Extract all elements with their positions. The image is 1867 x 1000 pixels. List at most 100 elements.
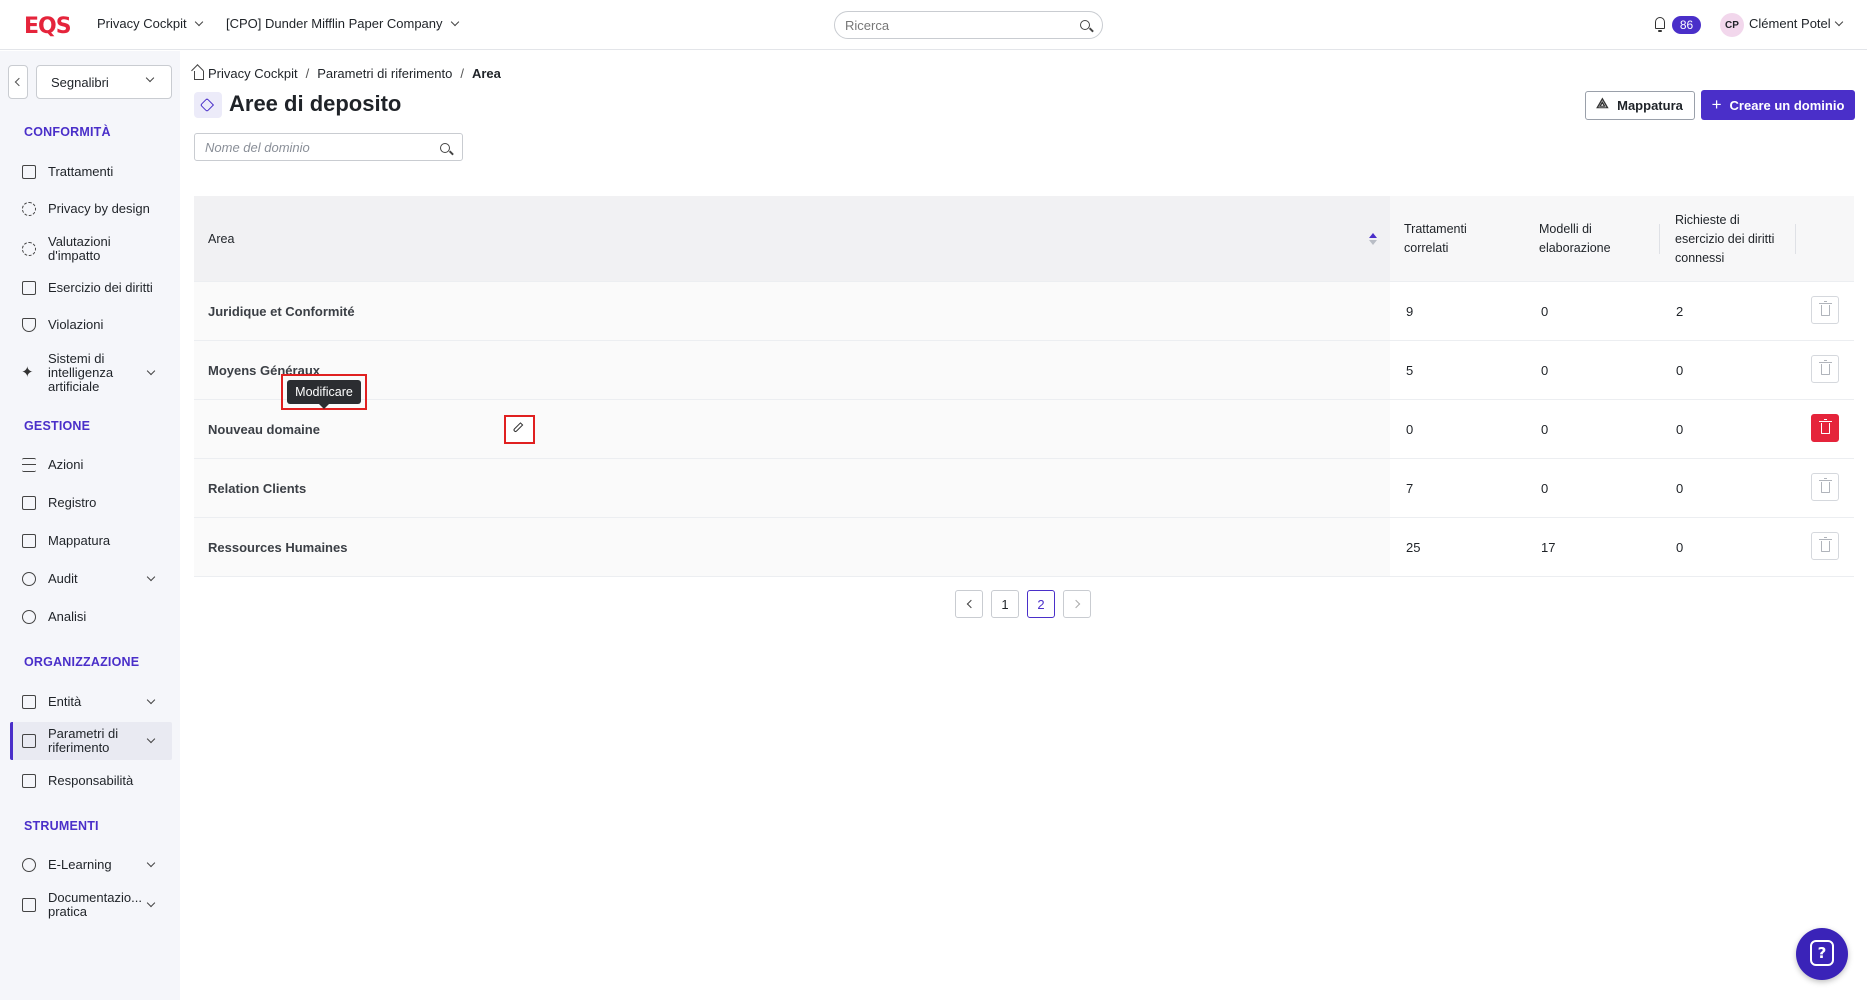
tag-icon [194,92,222,118]
cell-area: Ressources Humaines [208,540,348,555]
sidebar-item-mappatura[interactable]: Mappatura [10,532,172,550]
eqs-logo[interactable]: EQS [24,14,72,39]
cell-modelli: 0 [1541,422,1549,437]
edit-tooltip: Modificare [287,380,361,409]
section-organizzazione: ORGANIZZAZIONE [24,655,140,669]
chevron-down-icon [450,17,459,27]
sidebar-item-documentazione[interactable]: Documentazio... pratica [10,890,172,920]
delete-button[interactable] [1811,355,1839,383]
cell-trattamenti: 9 [1406,304,1414,319]
delete-button[interactable] [1811,414,1839,442]
help-icon: ? [1810,940,1834,966]
graduation-cap-icon [22,858,36,872]
notifications-badge[interactable]: 86 [1672,16,1701,34]
avatar[interactable]: CP [1720,13,1744,37]
sidebar-item-registro[interactable]: Registro [10,494,172,512]
cell-modelli: 0 [1541,304,1549,319]
cell-richieste: 2 [1676,304,1684,319]
sidebar-item-elearning[interactable]: E-Learning [10,856,172,874]
sidebar-item-privacy-by-design[interactable]: Privacy by design [10,200,172,218]
chevron-down-icon [146,572,156,582]
home-icon [194,70,204,80]
page-button-1[interactable]: 1 [991,590,1019,618]
edit-button[interactable] [504,415,535,444]
chevron-down-icon [146,898,156,908]
mapping-button[interactable]: Mappatura [1585,91,1695,120]
pie-chart-icon [22,610,36,624]
table-row[interactable]: Moyens Généraux 5 0 0 [194,341,1854,400]
chevron-down-icon [145,73,155,83]
chevron-left-icon [14,77,24,87]
network-icon [1596,96,1609,112]
focus-icon [22,242,36,256]
sidebar-item-azioni[interactable]: Azioni [10,456,172,474]
sidebar-item-esercizio[interactable]: Esercizio dei diritti [10,279,172,297]
cell-richieste: 0 [1676,363,1684,378]
sidebar-item-trattamenti[interactable]: Trattamenti [10,163,172,181]
breadcrumb-parent[interactable]: Parametri di riferimento [317,66,452,81]
create-domain-button[interactable]: + Creare un dominio [1701,90,1855,120]
chevron-left-icon [966,599,975,609]
delete-button[interactable] [1811,473,1839,501]
table-row[interactable]: Relation Clients 7 0 0 [194,459,1854,518]
breadcrumb-home[interactable]: Privacy Cockpit [208,66,298,81]
trash-icon [1819,301,1832,316]
company-name: [CPO] Dunder Mifflin Paper Company [226,16,443,31]
pagination: 1 2 [955,590,1091,618]
user-name: Clément Potel [1749,16,1831,31]
table-row[interactable]: Juridique et Conformité 9 0 2 [194,282,1854,341]
bookmarks-dropdown[interactable]: Segnalibri [36,65,172,99]
table-header: Area Trattamenti correlati Modelli di elab… [194,196,1854,282]
breadcrumb-separator: / [305,66,310,81]
sidebar-item-analisi[interactable]: Analisi [10,608,172,626]
sidebar-item-audit[interactable]: Audit [10,570,172,588]
sidebar-item-parametri[interactable]: Parametri di riferimento [10,722,172,760]
cell-trattamenti: 7 [1406,481,1414,496]
chevron-down-icon [146,858,156,868]
cell-area: Juridique et Conformité [208,304,355,319]
section-strumenti: STRUMENTI [24,819,99,833]
app-switcher-dropdown[interactable]: Privacy Cockpit [97,16,203,31]
table-row[interactable]: Ressources Humaines 25 17 0 [194,518,1854,577]
delete-button[interactable] [1811,296,1839,324]
collapse-sidebar-button[interactable] [8,65,28,99]
map-icon [22,534,36,548]
search-icon[interactable] [440,141,450,156]
header-area[interactable]: Area [208,230,234,249]
sidebar-item-responsabilita[interactable]: Responsabilità [10,772,172,790]
archive-icon [22,734,36,748]
domain-search-input[interactable]: Nome del dominio [194,133,463,161]
cell-trattamenti: 0 [1406,422,1414,437]
company-switcher-dropdown[interactable]: [CPO] Dunder Mifflin Paper Company [226,16,459,31]
delete-button[interactable] [1811,532,1839,560]
tooltip-highlight: Modificare [281,374,367,410]
folder-icon [22,774,36,788]
chevron-down-icon [1834,17,1843,27]
cell-richieste: 0 [1676,481,1684,496]
sidebar-item-entita[interactable]: Entità [10,693,172,711]
cell-modelli: 0 [1541,481,1549,496]
cell-area: Relation Clients [208,481,307,496]
dashed-circle-icon [22,202,36,216]
next-page-button[interactable] [1063,590,1091,618]
sidebar-item-violazioni[interactable]: Violazioni [10,316,172,334]
sidebar-item-ai-systems[interactable]: Sistemi diintelligenzaartificiale [10,351,172,395]
cell-modelli: 17 [1541,540,1556,555]
bell-icon[interactable] [1655,17,1665,32]
page-button-2[interactable]: 2 [1027,590,1055,618]
prev-page-button[interactable] [955,590,983,618]
section-gestione: GESTIONE [24,419,91,433]
user-menu-dropdown[interactable]: Clément Potel [1749,16,1843,31]
cell-area: Nouveau domaine [208,422,320,437]
table-row[interactable]: Nouveau domaine 0 0 0 [194,400,1854,459]
cell-richieste: 0 [1676,422,1684,437]
sort-icon[interactable] [1369,233,1377,245]
help-button[interactable]: ? [1796,928,1848,980]
sidebar-item-valutazioni[interactable]: Valutazioni d'impatto [10,234,172,264]
trash-icon [1819,419,1832,434]
chevron-down-icon [146,366,156,376]
building-icon [22,695,36,709]
global-search-input[interactable]: Ricerca [834,11,1103,39]
search-icon[interactable] [1080,18,1090,33]
cell-trattamenti: 25 [1406,540,1421,555]
